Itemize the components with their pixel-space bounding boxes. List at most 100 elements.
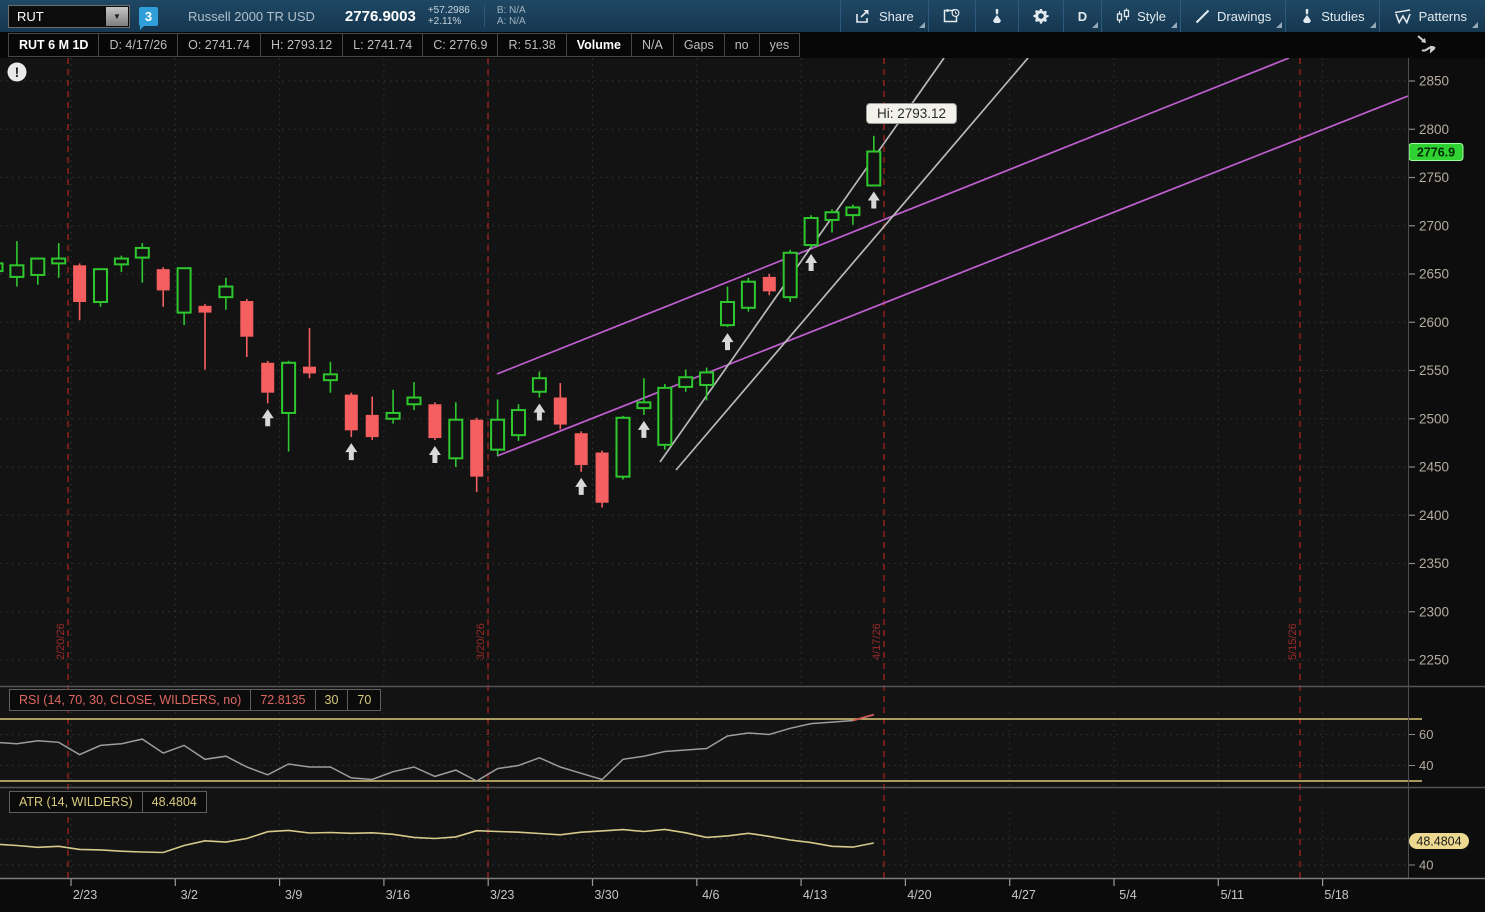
svg-text:2700: 2700 bbox=[1419, 218, 1449, 233]
rsi-value: 72.8135 bbox=[250, 689, 315, 711]
toolbar-buttons: Share D Style Drawings bbox=[840, 0, 1481, 32]
analyze-button[interactable] bbox=[975, 0, 1018, 32]
atr-value-badge: 48.4804 bbox=[1409, 833, 1469, 849]
bid-ask: B: N/A A: N/A bbox=[484, 5, 526, 27]
share-icon bbox=[855, 9, 872, 24]
chart-backgrounds bbox=[0, 58, 1485, 912]
alert-icon[interactable]: ! bbox=[8, 63, 27, 82]
rsi-oversold-level[interactable]: 30 bbox=[315, 689, 349, 711]
svg-text:4/17/26: 4/17/26 bbox=[871, 623, 883, 660]
bid-value: B: N/A bbox=[497, 5, 526, 16]
svg-text:3/16: 3/16 bbox=[386, 888, 410, 902]
ohlc-high: H: 2793.12 bbox=[260, 33, 343, 57]
top-toolbar: RUT ▼ 3 Russell 2000 TR USD 2776.9003 +5… bbox=[0, 0, 1485, 32]
drawings-button[interactable]: Drawings bbox=[1180, 0, 1285, 32]
link-badge[interactable]: 3 bbox=[139, 7, 158, 26]
gear-icon bbox=[1033, 8, 1049, 24]
ohlc-close: C: 2776.9 bbox=[422, 33, 498, 57]
svg-text:2400: 2400 bbox=[1419, 508, 1449, 523]
calendar-button[interactable] bbox=[928, 0, 975, 32]
share-button[interactable]: Share bbox=[840, 0, 928, 32]
svg-text:!: ! bbox=[15, 64, 20, 80]
ohlc-low: L: 2741.74 bbox=[342, 33, 423, 57]
ohlc-open: O: 2741.74 bbox=[177, 33, 261, 57]
drawing-line-icon bbox=[1195, 9, 1210, 24]
style-label: Style bbox=[1137, 9, 1166, 24]
svg-text:4/27: 4/27 bbox=[1012, 888, 1036, 902]
style-button[interactable]: Style bbox=[1101, 0, 1180, 32]
drawings-label: Drawings bbox=[1217, 9, 1271, 24]
svg-text:3/9: 3/9 bbox=[285, 888, 302, 902]
gaps-yes-option[interactable]: yes bbox=[759, 33, 800, 57]
gaps-label[interactable]: Gaps bbox=[673, 33, 725, 57]
calendar-clock-icon bbox=[943, 8, 961, 24]
symbol-input[interactable]: RUT ▼ bbox=[8, 5, 130, 28]
studies-flask-icon bbox=[1300, 8, 1314, 24]
rsi-study-label[interactable]: RSI (14, 70, 30, CLOSE, WILDERS, no) bbox=[9, 689, 251, 711]
svg-text:2/23: 2/23 bbox=[73, 888, 97, 902]
symbol-dropdown-button[interactable]: ▼ bbox=[106, 7, 128, 26]
high-price-tooltip: Hi: 2793.12 bbox=[866, 103, 957, 124]
patterns-icon bbox=[1394, 9, 1412, 24]
svg-text:2450: 2450 bbox=[1419, 460, 1449, 475]
price-change: +57.2986 +2.11% bbox=[428, 5, 470, 27]
ask-value: A: N/A bbox=[497, 16, 526, 27]
svg-text:5/18: 5/18 bbox=[1324, 888, 1348, 902]
svg-text:3/20/26: 3/20/26 bbox=[475, 623, 487, 660]
last-price: 2776.9003 bbox=[345, 8, 416, 25]
svg-text:2600: 2600 bbox=[1419, 315, 1449, 330]
symbol-description: Russell 2000 TR USD bbox=[188, 9, 315, 24]
candlestick-style-icon bbox=[1116, 8, 1130, 24]
chart-title[interactable]: RUT 6 M 1D bbox=[8, 33, 99, 57]
atr-study-label[interactable]: ATR (14, WILDERS) bbox=[9, 791, 143, 813]
current-price-badge: 2776.9 bbox=[1409, 144, 1463, 161]
svg-text:48.4804: 48.4804 bbox=[1416, 835, 1461, 849]
ohlc-range: R: 51.38 bbox=[497, 33, 566, 57]
share-label: Share bbox=[879, 9, 914, 24]
svg-text:5/4: 5/4 bbox=[1119, 888, 1136, 902]
trading-app-window: { "topbar": { "symbol": "RUT", "badge": … bbox=[0, 0, 1485, 912]
studies-label: Studies bbox=[1321, 9, 1364, 24]
svg-text:40: 40 bbox=[1419, 758, 1433, 773]
svg-text:2500: 2500 bbox=[1419, 411, 1449, 426]
settings-button[interactable] bbox=[1018, 0, 1063, 32]
svg-text:3/2: 3/2 bbox=[181, 888, 198, 902]
svg-text:2850: 2850 bbox=[1419, 74, 1449, 89]
rsi-header: RSI (14, 70, 30, CLOSE, WILDERS, no) 72.… bbox=[9, 689, 381, 711]
main-chart[interactable]: 2/20/26 3/20/26 4/17/26 5/15/26! 2850 2800 275… bbox=[0, 58, 1485, 912]
change-percent: +2.11% bbox=[428, 16, 470, 27]
flask-icon bbox=[990, 8, 1004, 24]
svg-text:4/13: 4/13 bbox=[803, 888, 827, 902]
svg-text:2800: 2800 bbox=[1419, 122, 1449, 137]
chart-status-bar: RUT 6 M 1D D: 4/17/26 O: 2741.74 H: 2793… bbox=[0, 32, 1485, 58]
patterns-label: Patterns bbox=[1419, 9, 1467, 24]
timeframe-label: D bbox=[1078, 9, 1087, 24]
ohlc-date: D: 4/17/26 bbox=[98, 33, 178, 57]
svg-text:2750: 2750 bbox=[1419, 170, 1449, 185]
svg-text:4/6: 4/6 bbox=[702, 888, 719, 902]
svg-text:2350: 2350 bbox=[1419, 556, 1449, 571]
pan-zoom-icon[interactable] bbox=[1414, 33, 1444, 62]
svg-text:4/20: 4/20 bbox=[907, 888, 931, 902]
svg-text:2/20/26: 2/20/26 bbox=[55, 623, 67, 660]
svg-text:5/11: 5/11 bbox=[1221, 888, 1244, 902]
patterns-button[interactable]: Patterns bbox=[1379, 0, 1481, 32]
svg-text:2776.9: 2776.9 bbox=[1417, 146, 1455, 160]
svg-text:2300: 2300 bbox=[1419, 604, 1449, 619]
gaps-no-option[interactable]: no bbox=[724, 33, 760, 57]
svg-text:5/15/26: 5/15/26 bbox=[1287, 623, 1299, 660]
symbol-value: RUT bbox=[9, 9, 106, 24]
svg-text:3/23: 3/23 bbox=[490, 888, 514, 902]
svg-text:60: 60 bbox=[1419, 727, 1433, 742]
svg-text:2550: 2550 bbox=[1419, 363, 1449, 378]
svg-text:3/30: 3/30 bbox=[594, 888, 618, 902]
svg-text:40: 40 bbox=[1419, 858, 1433, 873]
svg-text:2650: 2650 bbox=[1419, 267, 1449, 282]
studies-button[interactable]: Studies bbox=[1285, 0, 1378, 32]
atr-value: 48.4804 bbox=[142, 791, 207, 813]
svg-text:2250: 2250 bbox=[1419, 653, 1449, 668]
volume-label[interactable]: Volume bbox=[566, 33, 632, 57]
change-value: +57.2986 bbox=[428, 5, 470, 16]
timeframe-button[interactable]: D bbox=[1063, 0, 1101, 32]
rsi-overbought-level[interactable]: 70 bbox=[347, 689, 381, 711]
